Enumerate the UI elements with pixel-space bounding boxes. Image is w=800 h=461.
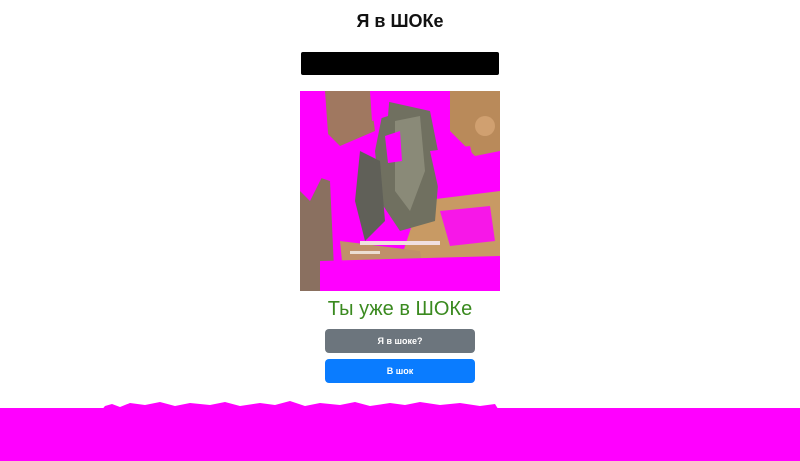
page-title: Я в ШОКе [356, 11, 444, 31]
footer-band [0, 408, 800, 461]
into-shock-button[interactable]: В шок [325, 359, 475, 383]
shock-image [300, 91, 500, 291]
shock-image-graphic [300, 91, 500, 291]
shock-question-button[interactable]: Я в шоке? [325, 329, 475, 353]
black-bar [301, 52, 499, 75]
page: Я в ШОКе Ты уже в ШОКе Я в шоке? В шок [0, 0, 800, 461]
status-text: Ты уже в ШОКе [327, 298, 473, 320]
